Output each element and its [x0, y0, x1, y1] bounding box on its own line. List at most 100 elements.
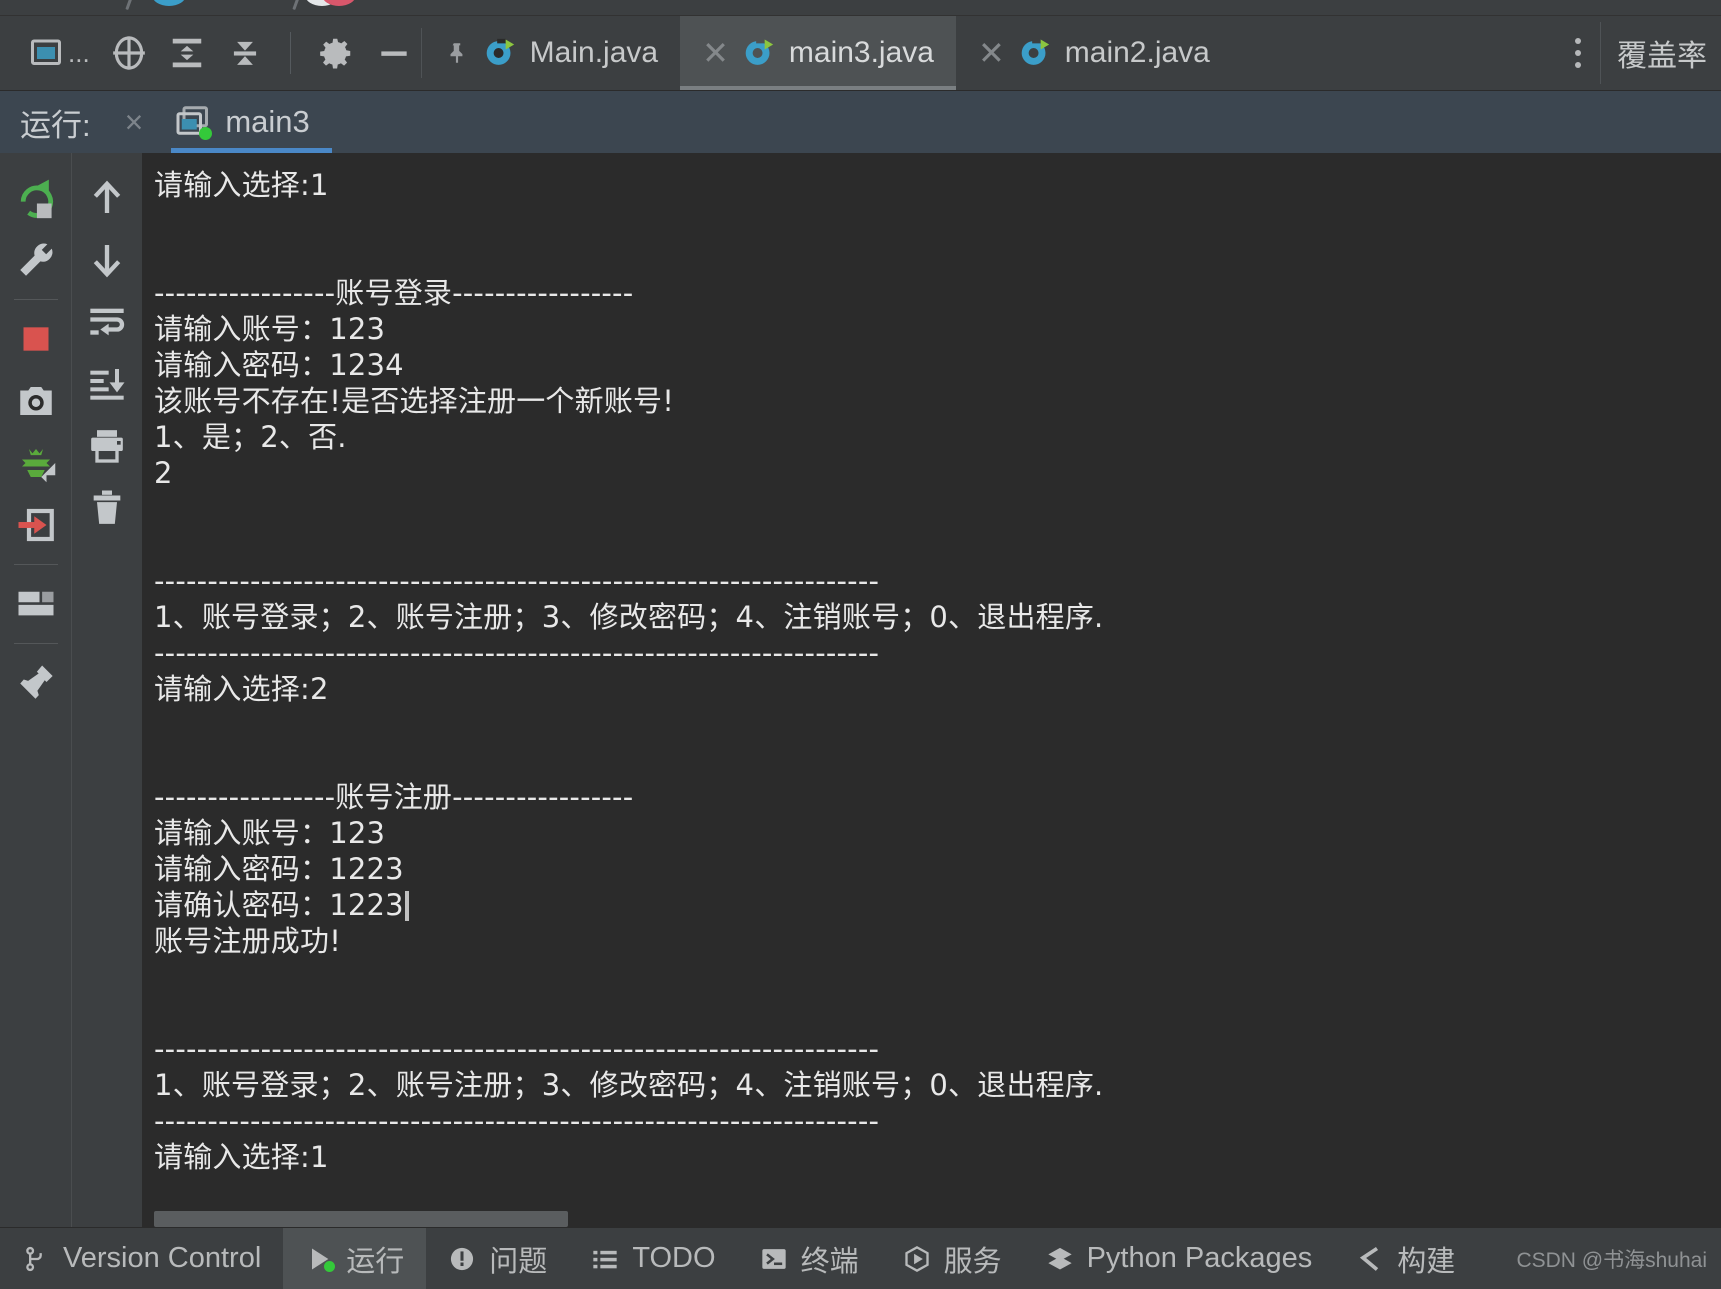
status-item-build[interactable]: 构建: [1334, 1228, 1477, 1289]
console-line: 请输入选择:2: [154, 672, 329, 706]
toolbar-more-dots[interactable]: ...: [68, 40, 90, 66]
branch-icon: [22, 1245, 50, 1273]
run-active-dot: [324, 1260, 336, 1272]
gutter-divider: [13, 643, 58, 644]
csdn-watermark: CSDN @书海shuhai: [1516, 1248, 1707, 1272]
window-top-cutoff-strip: [0, 0, 1721, 16]
window-restore-icon[interactable]: ...: [28, 34, 90, 72]
services-icon: [903, 1245, 931, 1273]
rerun-icon[interactable]: [8, 167, 64, 229]
status-item-problems[interactable]: 问题: [426, 1228, 569, 1289]
console-line: 请输入账号：123: [154, 312, 386, 346]
editor-tab-main2-java[interactable]: ✕ main2.java: [956, 16, 1232, 90]
print-icon[interactable]: [79, 415, 135, 477]
console-horizontal-scrollbar[interactable]: [154, 1211, 568, 1227]
console-line: 请输入选择:1: [154, 1140, 329, 1174]
console-actions-gutter: [72, 153, 142, 1227]
target-icon[interactable]: [110, 34, 148, 72]
status-item-label: Version Control: [63, 1242, 262, 1274]
trash-icon[interactable]: [79, 477, 135, 539]
close-icon[interactable]: ✕: [978, 37, 1005, 69]
more-options-icon[interactable]: [1556, 38, 1600, 68]
console-line: 账号注册成功!: [154, 924, 342, 958]
run-configuration-tab[interactable]: main3: [171, 91, 333, 153]
layout-icon[interactable]: [8, 573, 64, 635]
console-line: 请输入密码：1234: [154, 348, 404, 382]
status-item-label: TODO: [632, 1242, 716, 1274]
tabs-actions: 覆盖率: [1556, 16, 1721, 90]
editor-tabs-bar: ... Main.java ✕ main3.java ✕ main2.java …: [0, 16, 1721, 91]
debug-bug-icon[interactable]: [8, 432, 64, 494]
todo-list-icon: [591, 1245, 619, 1273]
run-toolbar-left: ...: [0, 16, 421, 90]
editor-tab-main-java[interactable]: Main.java: [422, 16, 680, 90]
editor-tab-main3-java[interactable]: ✕ main3.java: [680, 16, 956, 90]
status-item-version-control[interactable]: Version Control: [0, 1228, 283, 1289]
build-hammer-icon: [1356, 1245, 1384, 1273]
console-line: ----------------------------------------…: [154, 564, 880, 598]
camera-icon[interactable]: [8, 370, 64, 432]
status-item-todo[interactable]: TODO: [569, 1228, 737, 1289]
console-output[interactable]: 请输入选择:1 -----------------账号登录-----------…: [142, 153, 1721, 1227]
console-line: ----------------------------------------…: [154, 636, 880, 670]
close-run-icon[interactable]: ×: [125, 106, 144, 138]
run-panel-header: 运行: × main3: [0, 91, 1721, 153]
console-line: 该账号不存在!是否选择注册一个新账号!: [154, 384, 675, 418]
arrow-down-icon[interactable]: [79, 229, 135, 291]
console-line: 1、是；2、否.: [154, 420, 347, 454]
console-line: 1、账号登录；2、账号注册；3、修改密码；4、注销账号；0、退出程序.: [154, 600, 1104, 634]
cut-mark-2: [292, 0, 301, 11]
console-line: 请输入账号：123: [154, 816, 386, 850]
status-item-python-packages[interactable]: Python Packages: [1024, 1228, 1335, 1289]
pin-icon[interactable]: [444, 40, 470, 66]
stop-icon[interactable]: [8, 308, 64, 370]
pin-icon[interactable]: [8, 652, 64, 714]
status-item-label: Python Packages: [1086, 1242, 1313, 1274]
run-config-label: main3: [225, 104, 310, 139]
console-line: 请输入密码：1223: [154, 852, 404, 886]
console-line: 请输入选择:1: [154, 168, 329, 202]
minimize-icon[interactable]: [375, 34, 413, 72]
tab-strip-spacer: [1232, 16, 1556, 90]
console-line: -----------------账号登录-----------------: [154, 276, 634, 310]
ide-window: ... Main.java ✕ main3.java ✕ main2.java …: [0, 0, 1721, 1289]
coverage-button[interactable]: 覆盖率: [1601, 31, 1717, 75]
exit-arrow-icon[interactable]: [8, 494, 64, 556]
collapse-all-icon[interactable]: [226, 34, 264, 72]
wrench-icon[interactable]: [8, 229, 64, 291]
cut-avatar-blue: [152, 0, 186, 6]
arrow-up-icon[interactable]: [79, 167, 135, 229]
status-item-run[interactable]: 运行: [283, 1228, 427, 1289]
editor-tab-label: Main.java: [529, 36, 659, 69]
close-icon[interactable]: ✕: [702, 37, 729, 69]
console-line: 请确认密码：1223: [154, 887, 1721, 923]
text-caret: [404, 891, 409, 921]
status-item-terminal[interactable]: 终端: [738, 1228, 881, 1289]
gutter-divider: [13, 299, 58, 300]
terminal-icon: [760, 1245, 788, 1273]
status-item-services[interactable]: 服务: [881, 1228, 1024, 1289]
status-item-label: 构建: [1397, 1245, 1456, 1278]
editor-tab-label: main2.java: [1064, 36, 1210, 69]
problems-icon: [448, 1245, 476, 1273]
java-class-icon: [1018, 36, 1052, 70]
console-line: ----------------------------------------…: [154, 1032, 880, 1066]
console-line: 1、账号登录；2、账号注册；3、修改密码；4、注销账号；0、退出程序.: [154, 1068, 1104, 1102]
soft-wrap-icon[interactable]: [79, 291, 135, 353]
status-item-label: 问题: [489, 1245, 548, 1278]
scroll-to-end-icon[interactable]: [79, 353, 135, 415]
settings-gear-icon[interactable]: [317, 34, 355, 72]
status-item-label: 运行: [346, 1245, 405, 1278]
run-panel-title: 运行:: [20, 107, 91, 143]
toolbar-divider: [289, 32, 291, 74]
expand-all-icon[interactable]: [168, 34, 206, 72]
gutter-divider: [13, 564, 58, 565]
